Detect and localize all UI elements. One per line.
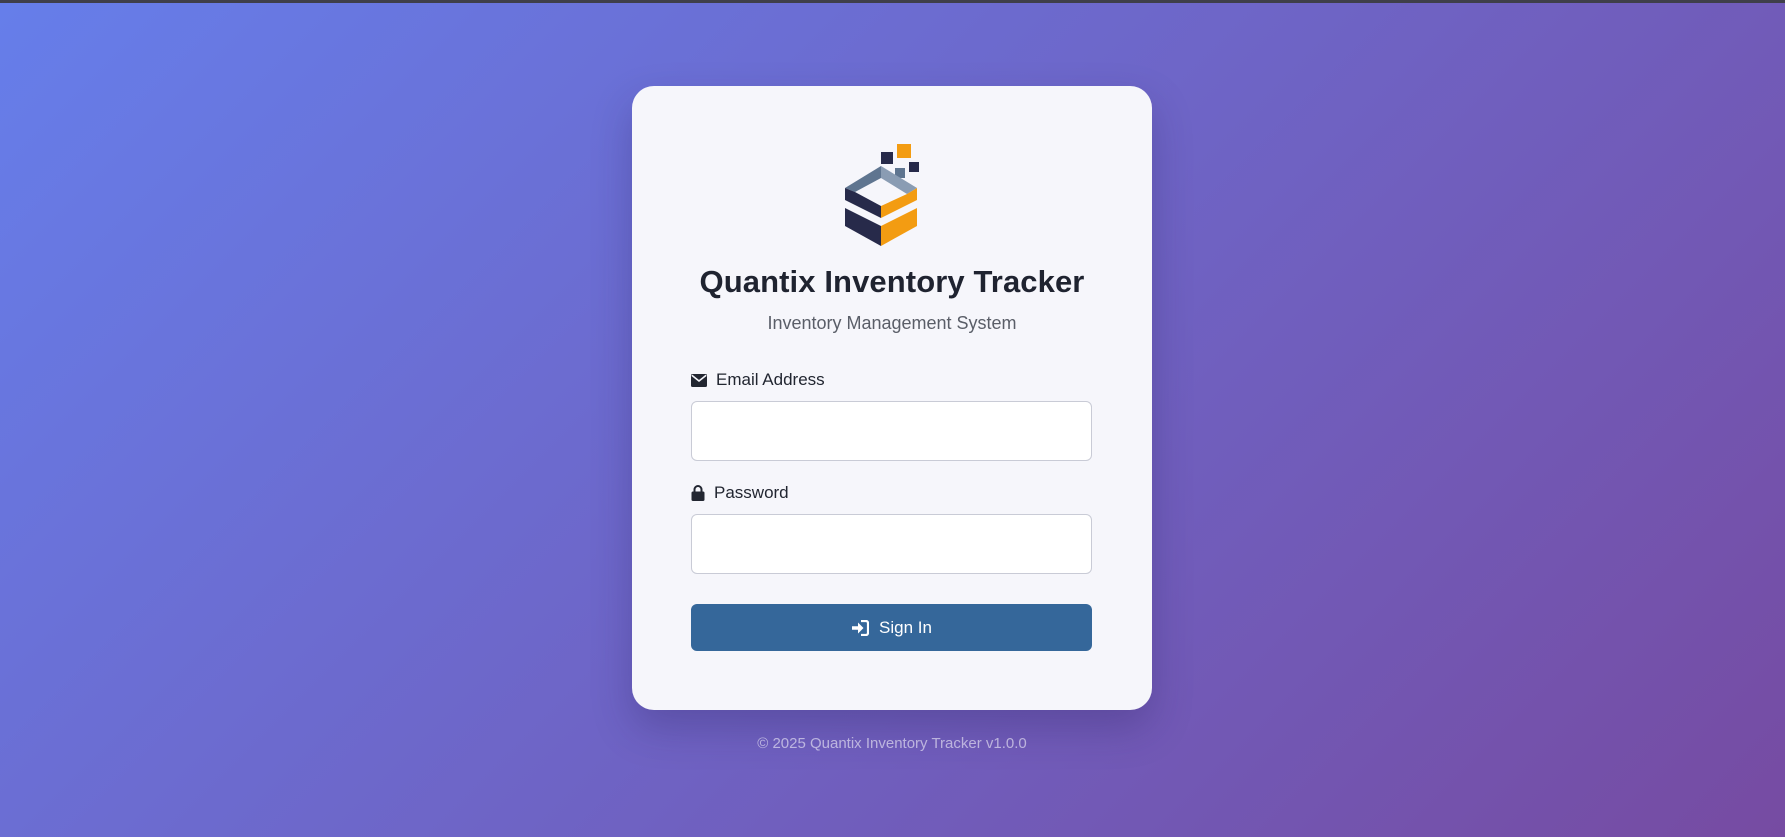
password-label-text: Password <box>714 483 789 502</box>
sign-in-icon <box>851 619 870 636</box>
password-label: Password <box>691 483 789 503</box>
lock-icon <box>691 485 705 501</box>
email-label-text: Email Address <box>716 370 825 389</box>
footer-copyright: © 2025 Quantix Inventory Tracker v1.0.0 <box>757 735 1027 752</box>
password-input[interactable] <box>691 514 1092 574</box>
email-input[interactable] <box>691 401 1092 461</box>
app-subtitle: Inventory Management System <box>767 313 1017 333</box>
sign-in-label: Sign In <box>879 617 932 637</box>
email-label: Email Address <box>691 370 825 390</box>
sign-in-button[interactable]: Sign In <box>691 604 1092 651</box>
envelope-icon <box>691 373 707 387</box>
window-top-strip <box>0 0 1785 3</box>
app-logo <box>845 144 919 246</box>
app-title: Quantix Inventory Tracker <box>699 264 1085 299</box>
